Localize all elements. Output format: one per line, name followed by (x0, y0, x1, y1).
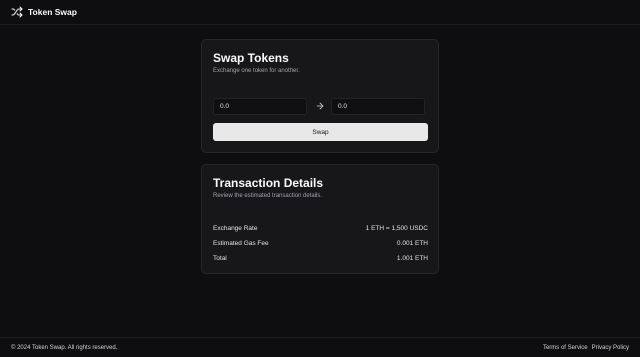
terms-of-service-link[interactable]: Terms of Service (543, 345, 588, 351)
detail-row-total: Total 1.001 ETH (213, 253, 428, 263)
footer-links: Terms of Service Privacy Policy (543, 345, 629, 351)
app-footer: © 2024 Token Swap. All rights reserved. … (0, 337, 640, 357)
details-subtitle: Review the estimated transaction details… (213, 193, 323, 199)
transaction-details-card: Transaction Details Review the estimated… (201, 164, 439, 274)
detail-value: 1 ETH = 1,500 USDC (365, 224, 428, 232)
swap-button[interactable]: Swap (213, 123, 428, 141)
detail-label: Exchange Rate (213, 224, 258, 232)
brand-link[interactable]: Token Swap (11, 6, 77, 18)
swap-subtitle: Exchange one token for another. (213, 68, 300, 74)
copyright-text: © 2024 Token Swap. All rights reserved. (11, 344, 118, 351)
detail-row-gas-fee: Estimated Gas Fee 0.001 ETH (213, 238, 428, 248)
swap-title: Swap Tokens (213, 51, 289, 65)
detail-value: 1.001 ETH (396, 254, 428, 262)
privacy-policy-link[interactable]: Privacy Policy (592, 345, 629, 351)
detail-value: 0.001 ETH (396, 239, 428, 247)
detail-label: Total (213, 254, 227, 262)
detail-row-exchange-rate: Exchange Rate 1 ETH = 1,500 USDC (213, 223, 428, 233)
from-amount-input[interactable] (213, 98, 307, 115)
arrow-right-icon (316, 102, 324, 110)
swap-card: Swap Tokens Exchange one token for anoth… (201, 39, 439, 153)
detail-label: Estimated Gas Fee (213, 239, 269, 247)
to-amount-input[interactable] (331, 98, 425, 115)
shuffle-icon (11, 6, 23, 18)
brand-name: Token Swap (28, 7, 77, 17)
details-title: Transaction Details (213, 176, 324, 190)
app-header: Token Swap (0, 0, 640, 25)
